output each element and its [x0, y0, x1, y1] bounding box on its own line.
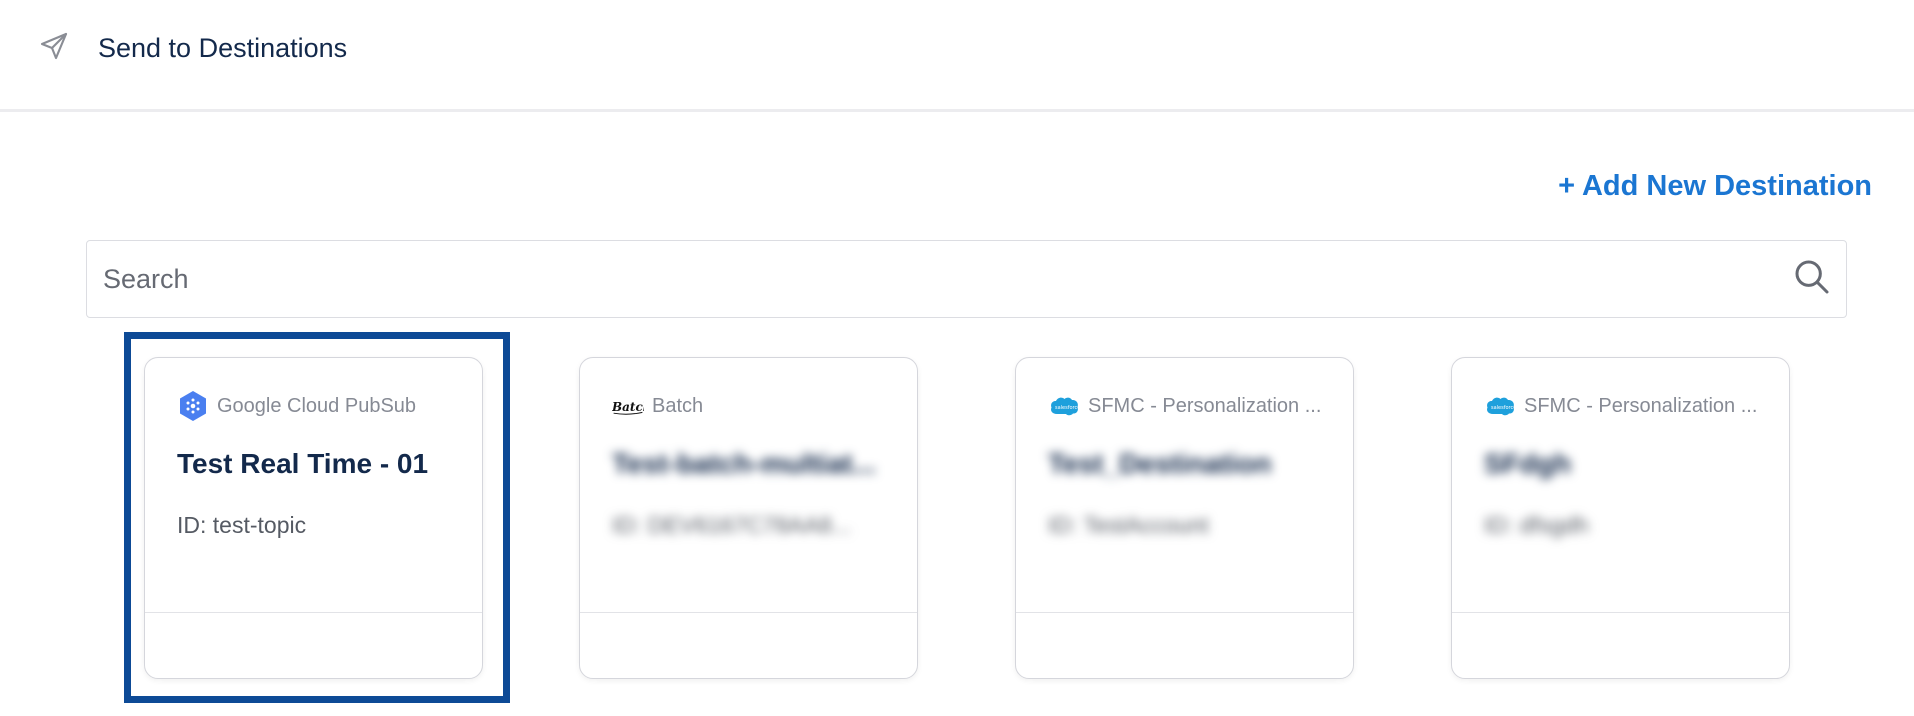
destination-type: SFMC - Personalization ... — [1524, 394, 1758, 417]
card-footer — [1452, 612, 1789, 678]
destination-id: ID: dfsgdh — [1484, 512, 1589, 538]
destination-id: ID: TestAccount — [1048, 512, 1209, 538]
card-footer — [1016, 612, 1353, 678]
destination-type: Batch — [652, 394, 704, 417]
card-footer — [580, 612, 917, 678]
svg-text:salesforce: salesforce — [1055, 405, 1080, 411]
page-header: Send to Destinations — [0, 0, 1914, 112]
add-new-destination-button[interactable]: + Add New Destination — [1558, 166, 1872, 206]
destination-name: Test_Destination — [1048, 448, 1272, 479]
salesforce-logo: salesforce — [1051, 397, 1080, 416]
svg-text:Batch: Batch — [612, 400, 644, 414]
card-header: salesforce SFMC - Personalization ... — [1484, 386, 1773, 426]
card-header: Google Cloud PubSub — [177, 386, 466, 426]
card-header: Batch Batch — [612, 386, 901, 426]
search-icon[interactable] — [1792, 257, 1832, 297]
destination-id: ID: test-topic — [177, 512, 307, 538]
destination-card[interactable]: Google Cloud PubSub Test Real Time - 01 … — [144, 357, 483, 679]
destination-name: Test Real Time - 01 — [177, 448, 429, 479]
google-cloud-pubsub-logo — [180, 391, 206, 421]
destination-card[interactable]: salesforce SFMC - Personalization ... SF… — [1451, 357, 1790, 679]
card-header: salesforce SFMC - Personalization ... — [1048, 386, 1337, 426]
destination-type: SFMC - Personalization ... — [1088, 394, 1322, 417]
page-title: Send to Destinations — [98, 33, 348, 63]
destination-name: SFdgh — [1484, 448, 1572, 479]
search-bar — [86, 240, 1847, 318]
card-footer — [145, 612, 482, 678]
destination-type: Google Cloud PubSub — [217, 394, 417, 417]
destination-card[interactable]: salesforce SFMC - Personalization ... Te… — [1015, 357, 1354, 679]
destination-name: Test-batch-multiat... — [612, 448, 876, 479]
salesforce-logo: salesforce — [1487, 397, 1516, 416]
destination-id: ID: DEV6167C78AA8... — [612, 512, 852, 538]
search-input[interactable] — [103, 241, 1753, 317]
batch-logo: Batch — [612, 400, 644, 415]
send-icon — [40, 32, 68, 60]
destination-card[interactable]: Batch Batch Test-batch-multiat... ID: DE… — [579, 357, 918, 679]
svg-text:salesforce: salesforce — [1491, 405, 1516, 411]
